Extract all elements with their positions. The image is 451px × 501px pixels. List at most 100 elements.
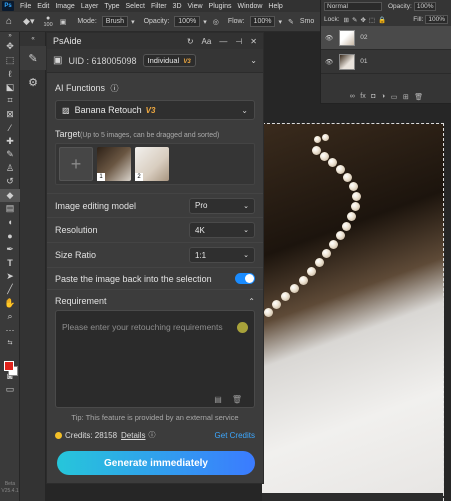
panel-dock-strip: « ✎ ⚙ <box>20 32 46 501</box>
trash-icon[interactable]: 🗑 <box>232 395 242 404</box>
layer-fill-input[interactable]: 100% <box>425 15 448 24</box>
new-layer-icon[interactable]: ⊞ <box>403 93 409 101</box>
size-ratio-select[interactable]: 1:1 ⌄ <box>189 247 255 263</box>
close-icon[interactable]: ✕ <box>250 37 257 46</box>
hand-tool-icon[interactable]: ✋ <box>0 297 20 311</box>
add-image-button[interactable]: + <box>59 147 93 181</box>
more-tools-icon[interactable]: ⋯ <box>0 324 20 338</box>
gradient-tool-icon[interactable]: ▤ <box>0 202 20 216</box>
details-link[interactable]: Details <box>121 431 145 440</box>
chevron-up-icon[interactable]: ⌃ <box>248 297 255 306</box>
mode-select[interactable]: Brush <box>101 16 129 27</box>
dodge-tool-icon[interactable]: ● <box>0 229 20 243</box>
eraser-tool-icon[interactable]: ◆ <box>0 188 20 202</box>
chevron-down-icon[interactable]: ⌄ <box>250 56 257 65</box>
stamp-tool-icon[interactable]: ♙ <box>0 162 20 176</box>
pen-tool-icon[interactable]: ✒ <box>0 243 20 257</box>
menu-select[interactable]: Select <box>123 3 148 10</box>
font-size-icon[interactable]: Aa <box>202 37 212 46</box>
crop-tool-icon[interactable]: ⌗ <box>0 94 20 108</box>
refresh-icon[interactable]: ↻ <box>187 37 194 46</box>
layer-row[interactable]: 👁 02 <box>321 26 451 50</box>
frame-tool-icon[interactable]: ⊠ <box>0 108 20 122</box>
object-select-tool-icon[interactable]: ⬕ <box>0 81 20 95</box>
layer-row[interactable]: 👁 01 <box>321 50 451 74</box>
menu-plugins[interactable]: Plugins <box>206 3 235 10</box>
delete-layer-icon[interactable]: 🗑 <box>414 93 423 101</box>
resolution-select[interactable]: 4K ⌄ <box>189 222 255 238</box>
brush-tool-icon[interactable]: ✎ <box>0 148 20 162</box>
opacity-input[interactable]: 100% <box>174 16 201 27</box>
menu-file[interactable]: File <box>17 3 34 10</box>
paste-back-toggle[interactable] <box>235 273 255 284</box>
layer-mask-icon[interactable]: ◘ <box>371 93 375 101</box>
settings-gear-icon[interactable]: ⚙ <box>20 70 46 94</box>
line-tool-icon[interactable]: ╱ <box>0 283 20 297</box>
healing-brush-tool-icon[interactable]: ✚ <box>0 135 20 149</box>
mode-chevron-icon[interactable]: ▾ <box>128 18 138 26</box>
marquee-tool-icon[interactable]: ⬚ <box>0 54 20 68</box>
ai-function-select[interactable]: ▨ Banana Retouch V3 ⌄ <box>55 100 255 120</box>
eraser-tool-icon[interactable]: ◆▾ <box>15 16 37 27</box>
get-credits-link[interactable]: Get Credits <box>215 431 255 440</box>
credits-label: Credits: 28158 <box>65 430 118 440</box>
requirement-placeholder: Please enter your retouching requirement… <box>62 322 223 332</box>
size-ratio-label: Size Ratio <box>55 250 97 260</box>
brush-panel-icon[interactable]: ▣ <box>56 18 70 26</box>
ai-assist-icon[interactable] <box>237 322 248 333</box>
menu-layer[interactable]: Layer <box>78 3 102 10</box>
menu-3d[interactable]: 3D <box>170 3 185 10</box>
blur-tool-icon[interactable]: ◖ <box>0 216 20 230</box>
account-row[interactable]: ▣ UID : 618005098 Individual V3 ⌄ <box>47 49 263 73</box>
path-select-tool-icon[interactable]: ➤ <box>0 270 20 284</box>
model-select[interactable]: Pro ⌄ <box>189 197 255 214</box>
generate-button[interactable]: Generate immediately <box>57 451 255 475</box>
pin-icon[interactable]: ⊣ <box>235 37 242 46</box>
layer-name[interactable]: 01 <box>360 58 367 65</box>
panel-collapse-icon[interactable]: » <box>0 32 20 40</box>
flow-input[interactable]: 100% <box>249 16 276 27</box>
foreground-color-swatch[interactable] <box>4 361 14 371</box>
layer-name[interactable]: 02 <box>360 34 367 41</box>
zoom-tool-icon[interactable]: ⌕ <box>0 310 20 324</box>
history-brush-tool-icon[interactable]: ↺ <box>0 175 20 189</box>
screen-mode-icon[interactable]: ▭ <box>0 383 20 397</box>
blend-mode-select[interactable]: Normal <box>324 2 382 11</box>
menu-filter[interactable]: Filter <box>148 3 170 10</box>
menu-view[interactable]: View <box>185 3 206 10</box>
layer-opacity-input[interactable]: 100% <box>413 2 437 11</box>
history-icon[interactable]: ▤ <box>214 395 222 404</box>
minimize-icon[interactable]: — <box>219 37 227 46</box>
visibility-eye-icon[interactable]: 👁 <box>325 34 333 42</box>
swap-colors-icon[interactable]: ⇆ <box>0 337 20 347</box>
type-tool-icon[interactable]: T <box>0 256 20 270</box>
flow-chevron-icon[interactable]: ▾ <box>275 18 285 26</box>
menu-window[interactable]: Window <box>235 3 266 10</box>
info-icon[interactable]: ⓘ <box>148 430 155 440</box>
eyedropper-tool-icon[interactable]: ⁄ <box>0 121 20 135</box>
menu-edit[interactable]: Edit <box>34 3 52 10</box>
menu-help[interactable]: Help <box>265 3 285 10</box>
brush-panel-icon[interactable]: ✎ <box>20 46 46 70</box>
info-icon[interactable]: ⓘ <box>111 84 119 93</box>
opacity-chevron-icon[interactable]: ▾ <box>200 18 210 26</box>
layer-style-icon[interactable]: fx <box>360 93 365 101</box>
target-thumbnail[interactable]: 1 <box>97 147 131 181</box>
move-tool-icon[interactable]: ✥ <box>0 40 20 54</box>
link-layers-icon[interactable]: ∞ <box>350 93 355 101</box>
menu-type[interactable]: Type <box>101 3 122 10</box>
new-group-icon[interactable]: ▭ <box>391 93 398 101</box>
collapse-dock-icon[interactable]: « <box>20 32 46 46</box>
brush-size-control[interactable]: ● 100 <box>38 15 56 29</box>
menu-image[interactable]: Image <box>52 3 77 10</box>
lasso-tool-icon[interactable]: ℓ <box>0 67 20 81</box>
visibility-eye-icon[interactable]: 👁 <box>325 58 333 66</box>
home-icon[interactable]: ⌂ <box>0 16 15 27</box>
adjustment-layer-icon[interactable]: ◑ <box>381 93 385 101</box>
requirement-header[interactable]: Requirement ⌃ <box>47 296 263 306</box>
lock-icons[interactable]: ⊞✎✥⬚🔒 <box>344 16 390 24</box>
requirement-input[interactable]: Please enter your retouching requirement… <box>55 310 255 408</box>
target-thumbnail[interactable]: 2 <box>135 147 169 181</box>
airbrush-icon[interactable]: ✎ <box>285 18 297 26</box>
pressure-opacity-icon[interactable]: ◎ <box>210 18 222 26</box>
